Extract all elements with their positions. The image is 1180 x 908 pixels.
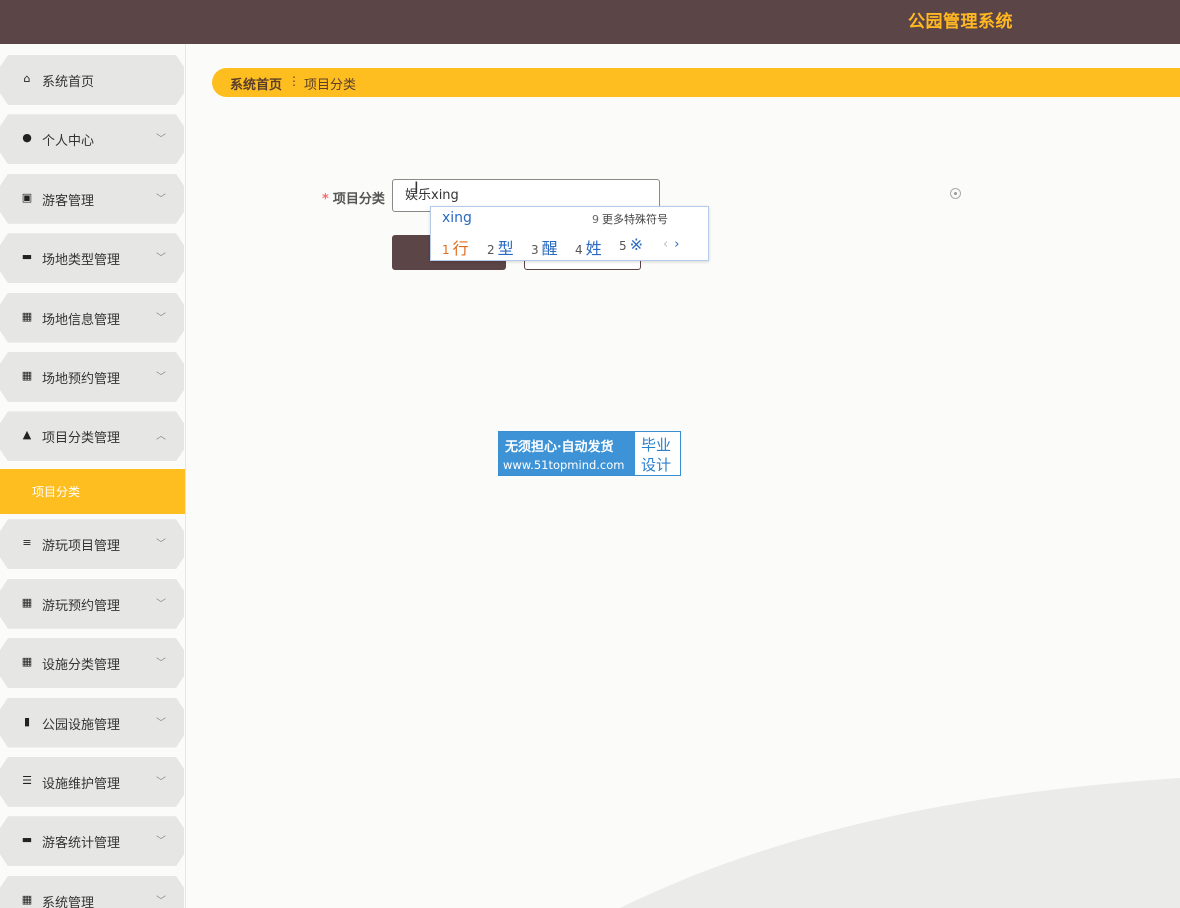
sidebar-item-label: 游玩预约管理 [42, 598, 121, 614]
chevron-down-icon: ﹀ [156, 134, 166, 146]
sidebar-item-9[interactable]: ▦ 游玩预约管理 ﹀ [0, 578, 184, 629]
sidebar-item-label: 游客管理 [42, 193, 95, 209]
sidebar-item-label: 个人中心 [42, 134, 95, 150]
sidebar-subitem-label: 项目分类 [32, 484, 81, 499]
ime-candidate-num: 3 [531, 243, 539, 257]
grid-icon: ▦ [21, 309, 33, 323]
sidebar-item-8[interactable]: ≡ 游玩项目管理 ﹀ [0, 519, 184, 570]
ime-prev-page-icon[interactable]: ‹ [663, 237, 668, 252]
chevron-down-icon: ﹀ [156, 253, 166, 265]
project-category-label-text: 项目分类 [332, 192, 385, 207]
sliders-icon: ☰ [22, 773, 32, 787]
ime-candidate-num: 2 [487, 243, 495, 257]
chevron-down-icon: ﹀ [156, 372, 166, 383]
ime-page-nav: ‹ › [663, 237, 679, 252]
sidebar-item-label: 游客统计管理 [42, 836, 121, 852]
list-icon: ≡ [22, 536, 32, 550]
ime-candidate-4[interactable]: 4姓 [575, 235, 602, 259]
ime-candidate-1[interactable]: 1行 [442, 235, 469, 259]
sidebar-item-label: 设施分类管理 [42, 658, 121, 674]
watermark-badge: 无须担心·自动发货 www.51topmind.com 毕业 设计 [498, 431, 681, 476]
ime-candidate-num: 4 [575, 243, 583, 257]
sidebar-item-label: 场地类型管理 [42, 253, 121, 269]
top-navigation-bar: 公园管理系统 [0, 0, 1180, 44]
chevron-down-icon: ﹀ [156, 776, 166, 788]
chevron-down-icon: ﹀ [156, 658, 166, 670]
watermark-right2: 设计 [641, 456, 672, 474]
ime-candidate-num: 1 [442, 243, 450, 257]
breadcrumb-separator: ⋮ [288, 74, 300, 88]
grid-icon: ▦ [21, 892, 33, 906]
grid-icon: ▦ [21, 655, 33, 669]
text-cursor-icon: I [414, 178, 419, 197]
sidebar-item-label: 系统首页 [42, 75, 95, 90]
sidebar-divider [185, 44, 186, 908]
clipboard-icon: ▣ [21, 190, 33, 204]
ime-candidate-window: xing 9 更多特殊符号 1行 2型 3醒 4姓 5 ※ ‹ › [430, 206, 709, 261]
ime-candidate-text: 型 [497, 239, 514, 258]
ime-more-symbols[interactable]: 9 更多特殊符号 [592, 211, 668, 227]
sidebar-item-5[interactable]: ▦ 场地信息管理 ﹀ [0, 292, 184, 343]
sidebar-item-label: 项目分类管理 [42, 431, 121, 447]
required-mark: * [322, 192, 329, 207]
sidebar-item-4[interactable]: ▬ 场地类型管理 ﹀ [0, 233, 184, 284]
sidebar-item-13[interactable]: ▬ 游客统计管理 ﹀ [0, 816, 184, 867]
grid-icon: ▦ [21, 369, 33, 382]
sidebar-item-12[interactable]: ☰ 设施维护管理 ﹀ [0, 756, 184, 807]
ime-more-label: 更多特殊符号 [602, 213, 668, 226]
chevron-down-icon: ﹀ [156, 717, 166, 729]
monitor-icon: ▬ [21, 250, 33, 264]
briefcase-icon: ▬ [21, 833, 33, 847]
ime-pinyin: xing [442, 210, 472, 226]
sidebar-item-7[interactable]: ▲ 项目分类管理 ︿ [0, 411, 184, 462]
ime-candidate-text: 行 [452, 239, 469, 258]
breadcrumb-current: 项目分类 [304, 78, 357, 93]
app-title: 公园管理系统 [908, 12, 1013, 32]
chevron-down-icon: ﹀ [156, 895, 166, 907]
ime-candidate-text: 姓 [585, 239, 602, 258]
ime-candidate-text: ※ [629, 235, 644, 254]
ime-more-num: 9 [592, 213, 599, 226]
ime-next-page-icon[interactable]: › [674, 237, 679, 252]
project-category-label: * 项目分类 [322, 188, 385, 207]
sidebar-item-14[interactable]: ▦ 系统管理 ﹀ [0, 875, 184, 908]
bar-chart-icon: ▮ [23, 714, 31, 728]
sidebar-item-11[interactable]: ▮ 公园设施管理 ﹀ [0, 697, 184, 748]
chevron-up-icon: ︿ [156, 431, 166, 443]
radio-indicator-icon[interactable] [950, 188, 961, 199]
sidebar-item-label: 设施维护管理 [42, 776, 121, 792]
sidebar-subitem-active[interactable]: 项目分类 [0, 468, 185, 514]
sidebar-item-label: 场地预约管理 [42, 372, 121, 387]
chevron-down-icon: ﹀ [156, 539, 166, 551]
watermark-right1: 毕业 [641, 436, 672, 454]
watermark-line2: www.51topmind.com [503, 458, 625, 472]
sidebar-item-1[interactable]: ⌂ 系统首页 [0, 55, 184, 105]
chevron-down-icon: ﹀ [156, 193, 166, 205]
sidebar-item-3[interactable]: ▣ 游客管理 ﹀ [0, 173, 184, 224]
chevron-down-icon: ﹀ [156, 598, 166, 610]
ime-candidate-2[interactable]: 2型 [487, 235, 514, 259]
sidebar-item-10[interactable]: ▦ 设施分类管理 ﹀ [0, 638, 184, 689]
sidebar: ⌂ 系统首页 ● 个人中心 ﹀ ▣ 游客管理 ﹀ ▬ 场地类型管理 ﹀ ▦ 场地信息管理 ﹀ ▦ 场地预约管理… [0, 44, 186, 908]
person-icon: ▲ [22, 428, 32, 442]
sidebar-item-label: 场地信息管理 [42, 312, 121, 328]
sidebar-item-2[interactable]: ● 个人中心 ﹀ [0, 114, 184, 165]
chevron-down-icon: ﹀ [156, 312, 166, 324]
sidebar-item-label: 系统管理 [42, 895, 95, 908]
home-icon: ⌂ [23, 72, 31, 85]
user-icon: ● [22, 131, 32, 145]
breadcrumb-home-link[interactable]: 系统首页 [230, 74, 282, 93]
ime-candidate-text: 醒 [541, 239, 558, 258]
sidebar-item-label: 公园设施管理 [42, 717, 121, 733]
ime-candidate-num: 5 [619, 239, 627, 253]
ime-candidate-3[interactable]: 3醒 [531, 235, 558, 259]
sidebar-item-label: 游玩项目管理 [42, 539, 121, 555]
breadcrumb: 系统首页 ⋮ 项目分类 [212, 68, 1180, 97]
watermark-line1: 无须担心·自动发货 [505, 440, 614, 455]
ime-candidate-5[interactable]: 5 ※ [619, 235, 643, 254]
grid-icon: ▦ [21, 595, 33, 609]
sidebar-item-6[interactable]: ▦ 场地预约管理 ﹀ [0, 352, 184, 402]
chevron-down-icon: ﹀ [156, 836, 166, 848]
